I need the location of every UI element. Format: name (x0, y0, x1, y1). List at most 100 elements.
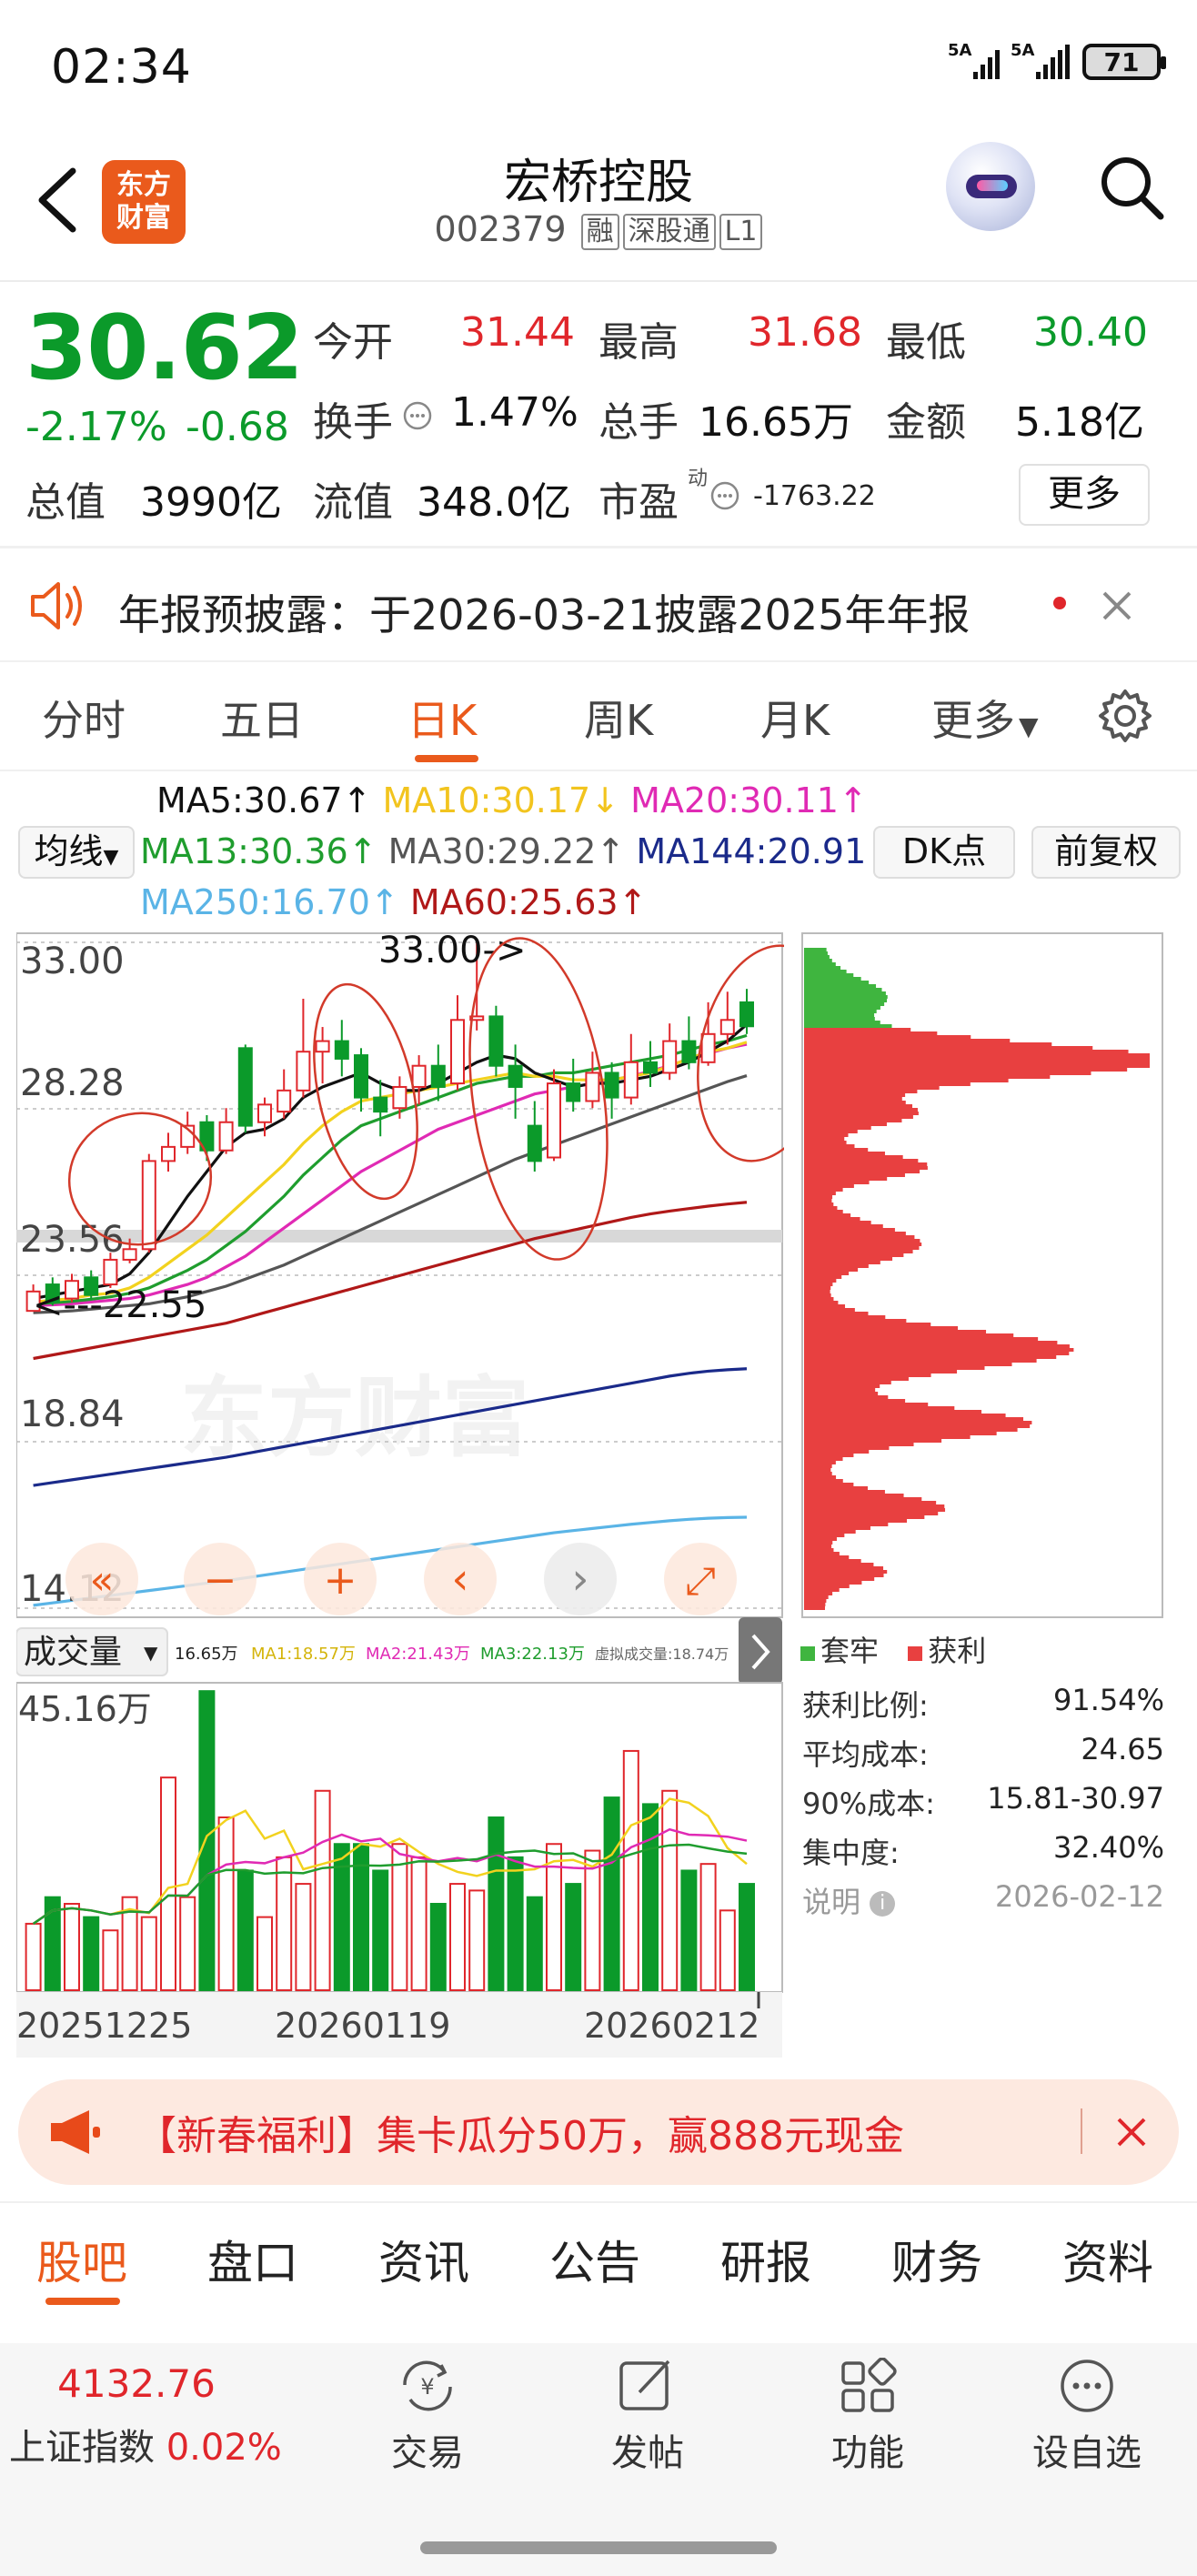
avg-cost-value: 24.65 (1081, 1732, 1164, 1766)
chip-bar (804, 1104, 913, 1108)
indicator-select[interactable]: 均线▼ (18, 826, 135, 879)
candle-body (315, 1040, 330, 1053)
chip-bar (804, 1082, 971, 1086)
chip-note[interactable]: 说明 i (802, 1879, 896, 1921)
concentration-label: 集中度: (802, 1836, 900, 1870)
chip-bar (804, 984, 877, 988)
close-icon[interactable] (1113, 2114, 1150, 2150)
search-icon[interactable] (1095, 151, 1168, 224)
dk-point-button[interactable]: DK点 (873, 826, 1015, 879)
volume-bar (680, 1869, 698, 1991)
tab-more[interactable]: 更多 ▼ (931, 688, 1039, 748)
tab-finance[interactable]: 财务 (891, 2227, 982, 2292)
candle-body (488, 1015, 504, 1067)
chip-bar (804, 1021, 880, 1024)
trade-button[interactable]: ¥ 交易 (364, 2358, 491, 2476)
trade-label: 交易 (391, 2432, 464, 2474)
chip-bar (804, 1148, 869, 1152)
tab-news[interactable]: 资讯 (378, 2227, 469, 2292)
tab-monthly-k[interactable]: 月K (760, 688, 830, 748)
chip-bar (804, 1475, 837, 1479)
more-info-icon[interactable] (709, 480, 740, 511)
notice-text[interactable]: 年报预披露：于2026-03-21披露2025年年报 (118, 582, 970, 642)
more-button[interactable]: 更多 (1019, 464, 1150, 526)
expand-icon: ⤢ (685, 1558, 716, 1603)
chip-legend: 套牢 获利 (800, 1628, 986, 1670)
tab-five-day[interactable]: 五日 (220, 688, 304, 748)
chip-bar (804, 1206, 838, 1210)
tab-profile[interactable]: 资料 (1062, 2227, 1153, 2292)
chip-bar (804, 1424, 1031, 1428)
chip-bar (804, 1326, 959, 1330)
volume-bar (719, 1909, 736, 1991)
tab-daily-k[interactable]: 日K (407, 688, 477, 748)
chip-bar (804, 1268, 859, 1272)
promo-text[interactable]: 【新春福利】集卡瓜分50万，赢888元现金 (136, 2103, 904, 2161)
chip-bar (804, 1253, 904, 1257)
chip-bar (804, 1479, 843, 1483)
x-tick-label: 20260212 (584, 2006, 759, 2046)
close-icon[interactable] (1099, 588, 1135, 624)
index-ticker[interactable]: 上证指数 0.02% (9, 2418, 282, 2470)
tag-connect: 深股通 (622, 213, 716, 250)
chip-bar (804, 1133, 849, 1137)
cost90-label: 90%成本: (802, 1786, 935, 1821)
function-button[interactable]: 功能 (804, 2357, 931, 2476)
chip-bar (804, 1108, 918, 1112)
adjust-button[interactable]: 前复权 (1031, 826, 1181, 879)
post-button[interactable]: 发帖 (584, 2358, 711, 2476)
chip-bar (804, 1053, 1150, 1057)
candle-body (739, 1001, 754, 1028)
ma144-value: MA144:20.91 (636, 831, 867, 871)
float-label: 流值 (313, 479, 393, 526)
chip-bar (804, 1028, 911, 1031)
chip-bar (804, 962, 836, 966)
chip-bar (804, 1061, 1150, 1064)
chip-bar (804, 1122, 887, 1126)
candle-body (237, 1047, 253, 1127)
chip-bar (804, 1050, 1129, 1053)
chip-distribution-chart[interactable] (800, 930, 1164, 1621)
more-info-icon[interactable] (402, 400, 433, 431)
chip-bar (804, 1301, 839, 1304)
candle-body (547, 1082, 561, 1159)
kline-chart[interactable]: 东方财富 33.00 28.28 23.56 18.84 14.12 33.00… (16, 930, 784, 2058)
chip-bar (804, 1323, 931, 1326)
assistant-avatar[interactable] (946, 142, 1035, 231)
volume-today: 16.65万 (175, 1645, 238, 1664)
candle-body (334, 1040, 349, 1060)
chip-bar (804, 1112, 919, 1115)
chip-bar (804, 1286, 831, 1290)
candle-body (218, 1121, 234, 1152)
add-watchlist-button[interactable]: 设自选 (1019, 2358, 1155, 2476)
volume-max-label: 45.16万 (18, 1689, 152, 1729)
tab-intraday[interactable]: 分时 (42, 688, 126, 748)
open-value: 31.44 (460, 309, 575, 356)
vol-ma2: MA2:21.43万 (366, 1645, 470, 1664)
tab-pankou[interactable]: 盘口 (207, 2227, 298, 2292)
chip-bar (804, 1246, 920, 1250)
chip-bar (804, 1337, 1039, 1341)
chip-bar (804, 1366, 985, 1370)
chip-bar (804, 1344, 1070, 1348)
home-indicator[interactable] (420, 2541, 777, 2554)
chip-bar (804, 1155, 903, 1159)
tab-weekly-k[interactable]: 周K (584, 688, 653, 748)
gear-icon[interactable] (1097, 688, 1153, 744)
index-value[interactable]: 4132.76 (0, 2361, 273, 2406)
chip-bar (804, 1363, 1012, 1366)
tab-research[interactable]: 研报 (720, 2227, 811, 2292)
chip-bar (804, 955, 830, 959)
tab-announcement[interactable]: 公告 (549, 2227, 640, 2292)
chip-bar (804, 951, 828, 955)
tab-guba[interactable]: 股吧 (36, 2227, 127, 2292)
chip-bar (804, 1523, 889, 1526)
chip-bar (804, 1461, 836, 1464)
pe-label: 市盈 (598, 479, 679, 526)
chip-bar (804, 1283, 833, 1286)
chip-bar (804, 1457, 843, 1461)
expand-panel-button[interactable] (739, 1617, 782, 1685)
chip-bar (804, 966, 841, 970)
chip-bar (804, 1410, 982, 1414)
divider (0, 770, 1197, 771)
